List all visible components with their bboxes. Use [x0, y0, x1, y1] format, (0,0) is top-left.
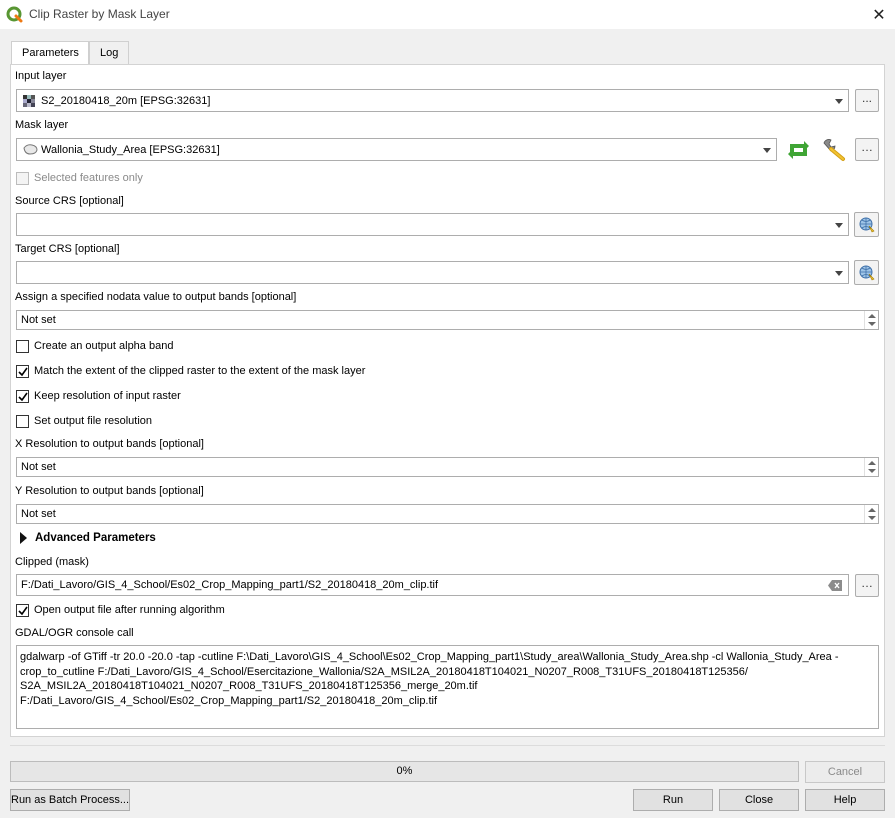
- console-call-label: GDAL/OGR console call: [15, 627, 134, 639]
- nodata-value: Not set: [21, 314, 56, 326]
- clipped-output-browse-button[interactable]: …: [855, 574, 879, 597]
- polygon-layer-icon: [23, 144, 38, 155]
- target-crs-select-button[interactable]: [854, 260, 879, 285]
- source-crs-select-button[interactable]: [854, 212, 879, 237]
- clipped-mask-label: Clipped (mask): [15, 556, 89, 568]
- target-crs-label: Target CRS [optional]: [15, 243, 120, 255]
- cancel-button[interactable]: Cancel: [805, 761, 885, 783]
- clear-field-icon[interactable]: [828, 580, 842, 591]
- wrench-icon[interactable]: [821, 137, 847, 163]
- x-resolution-spinbox[interactable]: Not set: [16, 457, 879, 477]
- alpha-band-label: Create an output alpha band: [34, 340, 174, 352]
- chevron-down-icon: [763, 148, 771, 153]
- input-layer-browse-button[interactable]: ...: [855, 89, 879, 112]
- checkbox-box[interactable]: [16, 604, 29, 617]
- y-resolution-label: Y Resolution to output bands [optional]: [15, 485, 204, 497]
- console-line: crop_to_cutline F:/Dati_Lavoro/GIS_4_Sch…: [20, 665, 748, 678]
- y-resolution-spinbox[interactable]: Not set: [16, 504, 879, 524]
- advanced-parameters-toggle[interactable]: Advanced Parameters: [20, 532, 156, 544]
- y-resolution-value: Not set: [21, 508, 56, 520]
- checkbox-box[interactable]: [16, 415, 29, 428]
- run-batch-button[interactable]: Run as Batch Process...: [10, 789, 130, 811]
- globe-icon: [859, 217, 875, 233]
- tab-parameters[interactable]: Parameters: [11, 41, 89, 66]
- mask-layer-browse-button[interactable]: …: [855, 138, 879, 161]
- chevron-down-icon: [835, 99, 843, 104]
- qgis-logo-icon: [6, 6, 23, 23]
- close-window-icon[interactable]: ✕: [863, 0, 895, 29]
- checkbox-box[interactable]: [16, 172, 29, 185]
- progress-text: 0%: [396, 765, 413, 777]
- mask-layer-label: Mask layer: [15, 119, 69, 131]
- console-call-text[interactable]: gdalwarp -of GTiff -tr 20.0 -20.0 -tap -…: [16, 645, 879, 729]
- checkmark-icon: [18, 392, 28, 402]
- input-layer-value: S2_20180418_20m [EPSG:32631]: [41, 95, 211, 107]
- spin-arrows[interactable]: [864, 458, 878, 476]
- x-resolution-label: X Resolution to output bands [optional]: [15, 438, 204, 450]
- help-button[interactable]: Help: [805, 789, 885, 811]
- checkbox-box[interactable]: [16, 390, 29, 403]
- keep-resolution-label: Keep resolution of input raster: [34, 390, 181, 402]
- chevron-down-icon: [835, 223, 843, 228]
- caret-right-icon: [20, 532, 27, 544]
- tab-log[interactable]: Log: [89, 41, 129, 65]
- nodata-spinbox[interactable]: Not set: [16, 310, 879, 330]
- match-extent-label: Match the extent of the clipped raster t…: [34, 365, 366, 377]
- x-resolution-value: Not set: [21, 461, 56, 473]
- mask-layer-combo[interactable]: Wallonia_Study_Area [EPSG:32631]: [16, 138, 777, 161]
- raster-layer-icon: [23, 95, 35, 107]
- close-button[interactable]: Close: [719, 789, 799, 811]
- input-layer-label: Input layer: [15, 70, 67, 82]
- console-line: S2A_MSIL2A_20180418T104021_N0207_R008_T3…: [20, 680, 478, 707]
- checkmark-icon: [18, 367, 28, 377]
- divider: [10, 745, 885, 746]
- selected-features-label: Selected features only: [34, 172, 143, 184]
- input-layer-combo[interactable]: S2_20180418_20m [EPSG:32631]: [16, 89, 849, 112]
- spin-arrows[interactable]: [864, 505, 878, 523]
- iterate-layer-icon[interactable]: [786, 138, 811, 162]
- advanced-parameters-label: Advanced Parameters: [35, 532, 156, 545]
- open-output-label: Open output file after running algorithm: [34, 604, 225, 616]
- set-resolution-label: Set output file resolution: [34, 415, 153, 427]
- checkbox-box[interactable]: [16, 365, 29, 378]
- globe-icon: [859, 265, 875, 281]
- window-title: Clip Raster by Mask Layer: [29, 7, 170, 21]
- title-bar: Clip Raster by Mask Layer ✕: [0, 0, 895, 29]
- clipped-output-value: F:/Dati_Lavoro/GIS_4_School/Es02_Crop_Ma…: [21, 579, 439, 591]
- checkbox-box[interactable]: [16, 340, 29, 353]
- clipped-output-field[interactable]: F:/Dati_Lavoro/GIS_4_School/Es02_Crop_Ma…: [16, 574, 849, 596]
- source-crs-label: Source CRS [optional]: [15, 195, 124, 207]
- mask-layer-value: Wallonia_Study_Area [EPSG:32631]: [41, 144, 220, 156]
- target-crs-combo[interactable]: [16, 261, 849, 284]
- console-line: gdalwarp -of GTiff -tr 20.0 -20.0 -tap -…: [20, 651, 839, 663]
- nodata-label: Assign a specified nodata value to outpu…: [15, 291, 297, 303]
- progress-bar: 0%: [10, 761, 799, 782]
- checkmark-icon: [18, 606, 28, 616]
- run-button[interactable]: Run: [633, 789, 713, 811]
- chevron-down-icon: [835, 271, 843, 276]
- spin-arrows[interactable]: [864, 311, 878, 329]
- source-crs-combo[interactable]: [16, 213, 849, 236]
